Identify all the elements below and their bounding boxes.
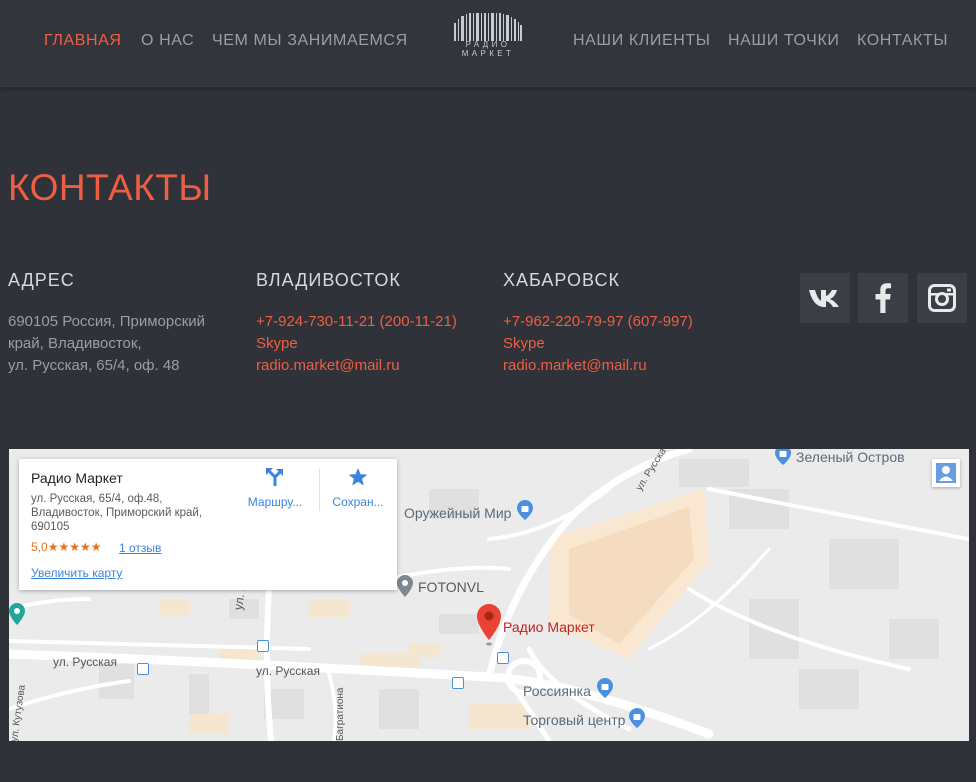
rating-stars: ★★★★★: [47, 540, 102, 554]
address-line: край, Владивосток,: [8, 335, 142, 352]
vladivostok-column: ВЛАДИВОСТОК +7-924-730-11-21 (200-11-21)…: [256, 270, 486, 377]
poi-label-green-island[interactable]: Зеленый Остров: [796, 449, 905, 465]
star-icon: [348, 468, 368, 486]
divider: [319, 469, 320, 511]
marker-label[interactable]: Радио Маркет: [503, 619, 595, 635]
shopping-pin-icon[interactable]: [517, 500, 533, 520]
address-heading: АДРЕС: [8, 270, 75, 290]
shopping-pin-icon[interactable]: [597, 678, 613, 698]
location-marker-icon[interactable]: [477, 604, 501, 646]
page-title: КОНТАКТЫ: [8, 167, 212, 208]
nav-item-contacts[interactable]: КОНТАКТЫ: [857, 32, 948, 50]
nav-item-services[interactable]: ЧЕМ МЫ ЗАНИМАЕМСЯ: [212, 32, 408, 50]
nav-item-about[interactable]: О НАС: [141, 32, 194, 50]
teal-pin-icon[interactable]: [9, 603, 25, 625]
bus-stop-icon: [257, 640, 269, 652]
barcode-icon: [454, 13, 522, 41]
enlarge-map-link[interactable]: Увеличить карту: [31, 566, 122, 580]
place-address: ул. Русская, 65/4, оф.48, Владивосток, П…: [31, 493, 203, 533]
nav-item-home[interactable]: ГЛАВНАЯ: [44, 32, 122, 50]
vk-button[interactable]: [800, 273, 850, 323]
shopping-pin-icon[interactable]: [775, 449, 791, 465]
address-line: 690105 Россия, Приморский: [8, 313, 206, 330]
poi-label-gun-world[interactable]: Оружейный Мир: [404, 505, 511, 521]
top-navigation: ГЛАВНАЯ О НАС ЧЕМ МЫ ЗАНИМАЕМСЯ НАШИ КЛИ…: [0, 0, 976, 87]
shopping-pin-icon[interactable]: [629, 708, 645, 728]
directions-icon: [266, 468, 283, 486]
logo-text-line1: РАДИО: [465, 40, 511, 49]
khabarovsk-skype-link[interactable]: Skype: [503, 333, 733, 355]
rating-value: 5,0: [31, 540, 48, 554]
poi-label-mall[interactable]: Торговый центр: [523, 712, 625, 728]
poi-label-fotonvl[interactable]: FOTONVL: [418, 579, 484, 595]
facebook-button[interactable]: [858, 273, 908, 323]
place-name: Радио Маркет: [31, 470, 123, 486]
nav-item-clients[interactable]: НАШИ КЛИЕНТЫ: [573, 32, 711, 50]
street-label: ул. Русская: [256, 664, 320, 678]
vladivostok-phone-link[interactable]: +7-924-730-11-21 (200-11-21): [256, 311, 486, 333]
vladivostok-heading: ВЛАДИВОСТОК: [256, 270, 401, 290]
place-rating: 5,0★★★★★: [31, 540, 101, 554]
bus-stop-icon: [137, 663, 149, 675]
vladivostok-email-link[interactable]: radio.market@mail.ru: [256, 355, 486, 377]
street-view-button[interactable]: [932, 459, 960, 487]
khabarovsk-phone-link[interactable]: +7-962-220-79-97 (607-997): [503, 311, 733, 333]
street-label: ул. Русская: [53, 655, 117, 669]
instagram-icon: [928, 284, 956, 312]
khabarovsk-column: ХАБАРОВСК +7-962-220-79-97 (607-997) Sky…: [503, 270, 733, 377]
directions-label: Маршру...: [247, 495, 303, 509]
google-map[interactable]: ул. Русская ул. Русская ул. Русская ул. …: [9, 449, 969, 741]
facebook-icon: [875, 283, 891, 313]
person-icon: [936, 463, 956, 483]
instagram-button[interactable]: [917, 273, 967, 323]
khabarovsk-email-link[interactable]: radio.market@mail.ru: [503, 355, 733, 377]
place-info-card: Радио Маркет ул. Русская, 65/4, оф.48, В…: [19, 459, 397, 590]
logo-text-line2: МАРКЕТ: [461, 49, 515, 58]
save-label: Сохран...: [332, 495, 384, 509]
reviews-link[interactable]: 1 отзыв: [119, 541, 161, 555]
khabarovsk-heading: ХАБАРОВСК: [503, 270, 620, 290]
bus-stop-icon: [452, 677, 464, 689]
nav-item-locations[interactable]: НАШИ ТОЧКИ: [728, 32, 839, 50]
save-button[interactable]: Сохран...: [323, 467, 393, 509]
vk-icon: [809, 290, 839, 307]
bus-stop-icon: [497, 652, 509, 664]
address-column: АДРЕС 690105 Россия, Приморский край, Вл…: [8, 270, 238, 377]
address-line: ул. Русская, 65/4, оф. 48: [8, 357, 180, 374]
directions-button[interactable]: Маршру...: [240, 467, 310, 509]
site-logo[interactable]: РАДИО МАРКЕТ: [452, 13, 524, 59]
place-pin-icon[interactable]: [397, 575, 413, 597]
vladivostok-skype-link[interactable]: Skype: [256, 333, 486, 355]
poi-label-rossiyanka[interactable]: Россиянка: [523, 683, 591, 699]
street-label: Багратиона: [335, 687, 346, 742]
